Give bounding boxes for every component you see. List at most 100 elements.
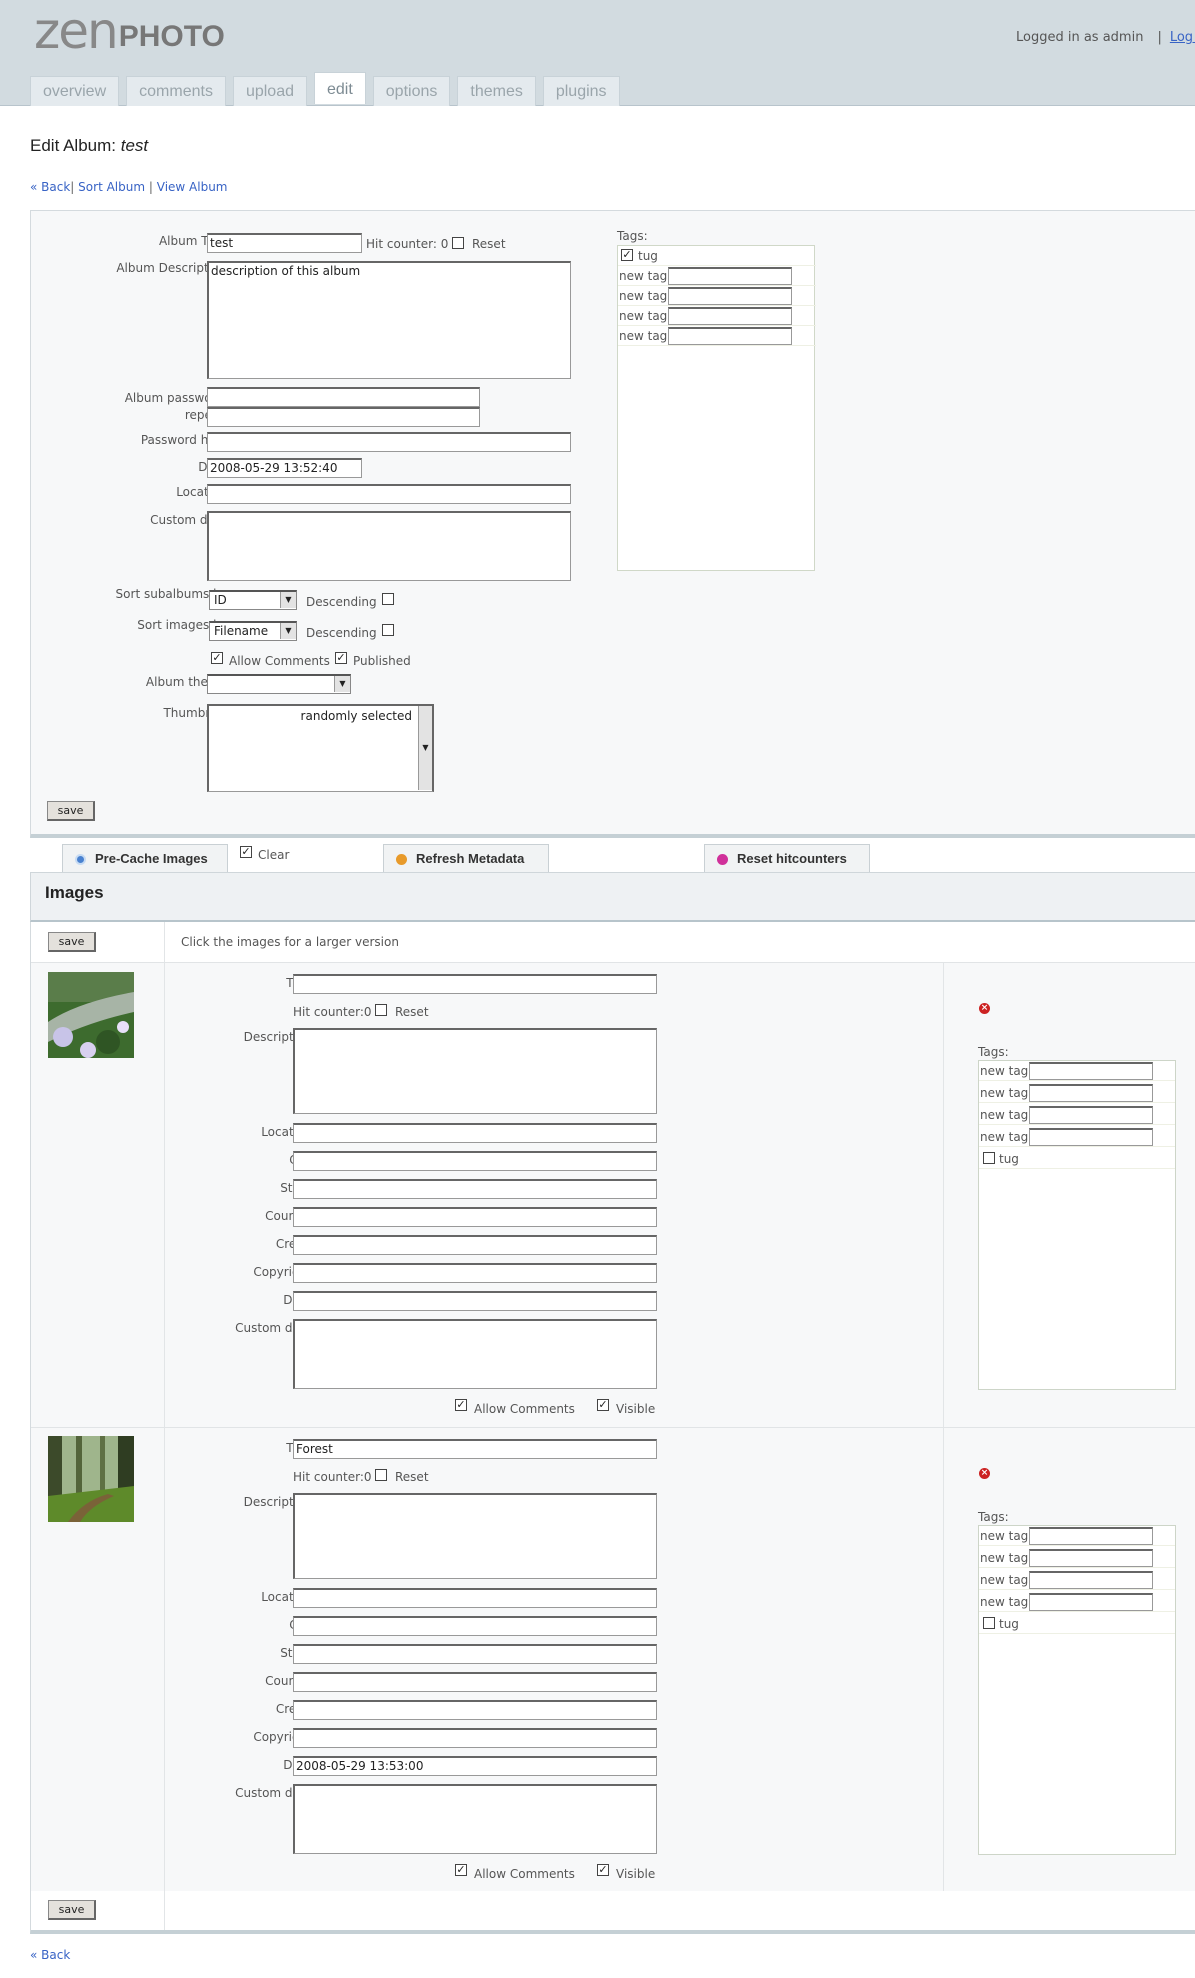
album-description-textarea[interactable]: description of this album (207, 261, 571, 379)
tag-checkbox[interactable]: ✓ (621, 249, 633, 261)
album-published-label: Published (353, 654, 411, 668)
album-allow-comments-label: Allow Comments (229, 654, 330, 668)
image-visible-label: Visible (616, 1402, 656, 1416)
new-tag-input[interactable] (668, 267, 792, 285)
image-credit-input[interactable] (293, 1235, 657, 1255)
new-tag-input[interactable] (1029, 1084, 1153, 1102)
delete-image-icon[interactable]: × (979, 1003, 990, 1014)
sort-images-select[interactable]: Filename ▼ (209, 621, 297, 641)
new-tag-input[interactable] (668, 307, 792, 325)
image-state-input[interactable] (293, 1179, 657, 1199)
image-thumbnail[interactable] (48, 1436, 134, 1522)
album-location-input[interactable] (207, 484, 571, 504)
password-hint-input[interactable] (207, 432, 571, 452)
images-descending-checkbox[interactable] (382, 624, 394, 636)
tab-comments[interactable]: comments (126, 76, 226, 106)
album-reset-checkbox[interactable] (452, 237, 464, 249)
tab-overview[interactable]: overview (30, 76, 120, 106)
refresh-icon (396, 854, 407, 865)
new-tag-input[interactable] (668, 327, 792, 345)
new-tag-input[interactable] (1029, 1128, 1153, 1146)
new-tag-row: new tag (979, 1083, 1175, 1103)
tab-edit[interactable]: edit (313, 72, 366, 104)
image-visible-checkbox[interactable]: ✓ (597, 1864, 609, 1876)
album-published-checkbox[interactable]: ✓ (335, 652, 347, 664)
tag-checkbox[interactable] (983, 1617, 995, 1629)
tab-themes[interactable]: themes (457, 76, 536, 106)
image-city-input[interactable] (293, 1151, 657, 1171)
reset-hitcounters-button[interactable]: Reset hitcounters (704, 844, 870, 872)
tag-name: tug (999, 1617, 1019, 1631)
image-title-input[interactable]: Forest (293, 1439, 657, 1459)
image-allow-comments-checkbox[interactable]: ✓ (455, 1399, 467, 1411)
image-title-input[interactable] (293, 974, 657, 994)
new-tag-input[interactable] (1029, 1593, 1153, 1611)
album-allow-comments-checkbox[interactable]: ✓ (211, 652, 223, 664)
divider (943, 963, 944, 1427)
new-tag-input[interactable] (1029, 1527, 1153, 1545)
image-reset-checkbox[interactable] (375, 1469, 387, 1481)
chevron-down-icon[interactable]: ▼ (418, 706, 432, 790)
tag-item[interactable]: tug (979, 1614, 1175, 1634)
image-reset-checkbox[interactable] (375, 1004, 387, 1016)
new-tag-input[interactable] (668, 287, 792, 305)
delete-image-icon[interactable]: × (979, 1468, 990, 1479)
image-country-input[interactable] (293, 1207, 657, 1227)
subalbums-descending-checkbox[interactable] (382, 593, 394, 605)
album-save-button[interactable]: save (47, 801, 95, 821)
image-copyright-input[interactable] (293, 1263, 657, 1283)
new-tag-input[interactable] (1029, 1571, 1153, 1589)
image-custom-textarea[interactable] (293, 1319, 657, 1389)
images-heading-bar: Images (30, 872, 1195, 922)
image-city-input[interactable] (293, 1616, 657, 1636)
image-custom-textarea[interactable] (293, 1784, 657, 1854)
tag-checkbox[interactable] (983, 1152, 995, 1164)
pre-cache-images-button[interactable]: Pre-Cache Images (62, 844, 228, 872)
image-country-input[interactable] (293, 1672, 657, 1692)
view-album-link[interactable]: View Album (157, 180, 228, 194)
image-copyright-input[interactable] (293, 1728, 657, 1748)
image-location-input[interactable] (293, 1123, 657, 1143)
album-title-input[interactable]: test (207, 233, 362, 253)
back-link[interactable]: « Back (30, 180, 70, 194)
tag-item[interactable]: ✓ tug (618, 246, 816, 266)
logout-link[interactable]: Log Out (1170, 30, 1195, 45)
tab-upload[interactable]: upload (232, 76, 307, 106)
image-credit-input[interactable] (293, 1700, 657, 1720)
tag-item[interactable]: tug (979, 1149, 1175, 1169)
image-thumbnail[interactable] (48, 972, 134, 1058)
tab-plugins[interactable]: plugins (542, 76, 620, 106)
thumbnail-select[interactable]: randomly selected ▼ (207, 704, 434, 792)
clear-cache-checkbox[interactable]: ✓ (240, 846, 252, 858)
password-repeat-input[interactable] (207, 407, 480, 427)
zenphoto-logo[interactable]: zen PHOTO (34, 6, 225, 56)
new-tag-input[interactable] (1029, 1062, 1153, 1080)
album-custom-textarea[interactable] (207, 511, 571, 581)
refresh-metadata-button[interactable]: Refresh Metadata (383, 844, 549, 872)
album-password-input[interactable] (207, 387, 480, 407)
image-description-textarea[interactable] (293, 1493, 657, 1579)
image-location-input[interactable] (293, 1588, 657, 1608)
image-date-input[interactable]: 2008-05-29 13:53:00 (293, 1756, 657, 1776)
sort-subalbums-value: ID (214, 593, 227, 607)
logged-in-text: Logged in as admin (1016, 30, 1144, 45)
image-reset-label: Reset (395, 1470, 429, 1484)
album-hit-counter: Hit counter: 0 (366, 237, 449, 251)
new-tag-input[interactable] (1029, 1549, 1153, 1567)
image-allow-comments-checkbox[interactable]: ✓ (455, 1864, 467, 1876)
image-description-textarea[interactable] (293, 1028, 657, 1114)
sort-album-link[interactable]: Sort Album (78, 180, 145, 194)
image-visible-checkbox[interactable]: ✓ (597, 1399, 609, 1411)
album-tags-box: ✓ tug new tag new tag new tag new tag (617, 245, 816, 571)
album-date-input[interactable]: 2008-05-29 13:52:40 (207, 458, 362, 478)
sort-subalbums-select[interactable]: ID ▼ (209, 590, 297, 610)
new-tag-label: new tag (980, 1108, 1029, 1122)
new-tag-input[interactable] (1029, 1106, 1153, 1124)
images-save-button-top[interactable]: save (48, 932, 96, 952)
album-theme-select[interactable]: ▼ (207, 674, 351, 694)
image-state-input[interactable] (293, 1644, 657, 1664)
image-date-input[interactable] (293, 1291, 657, 1311)
tab-options[interactable]: options (372, 76, 451, 106)
images-save-button-bottom[interactable]: save (48, 1900, 96, 1920)
footer-back-link[interactable]: « Back (30, 1948, 70, 1962)
